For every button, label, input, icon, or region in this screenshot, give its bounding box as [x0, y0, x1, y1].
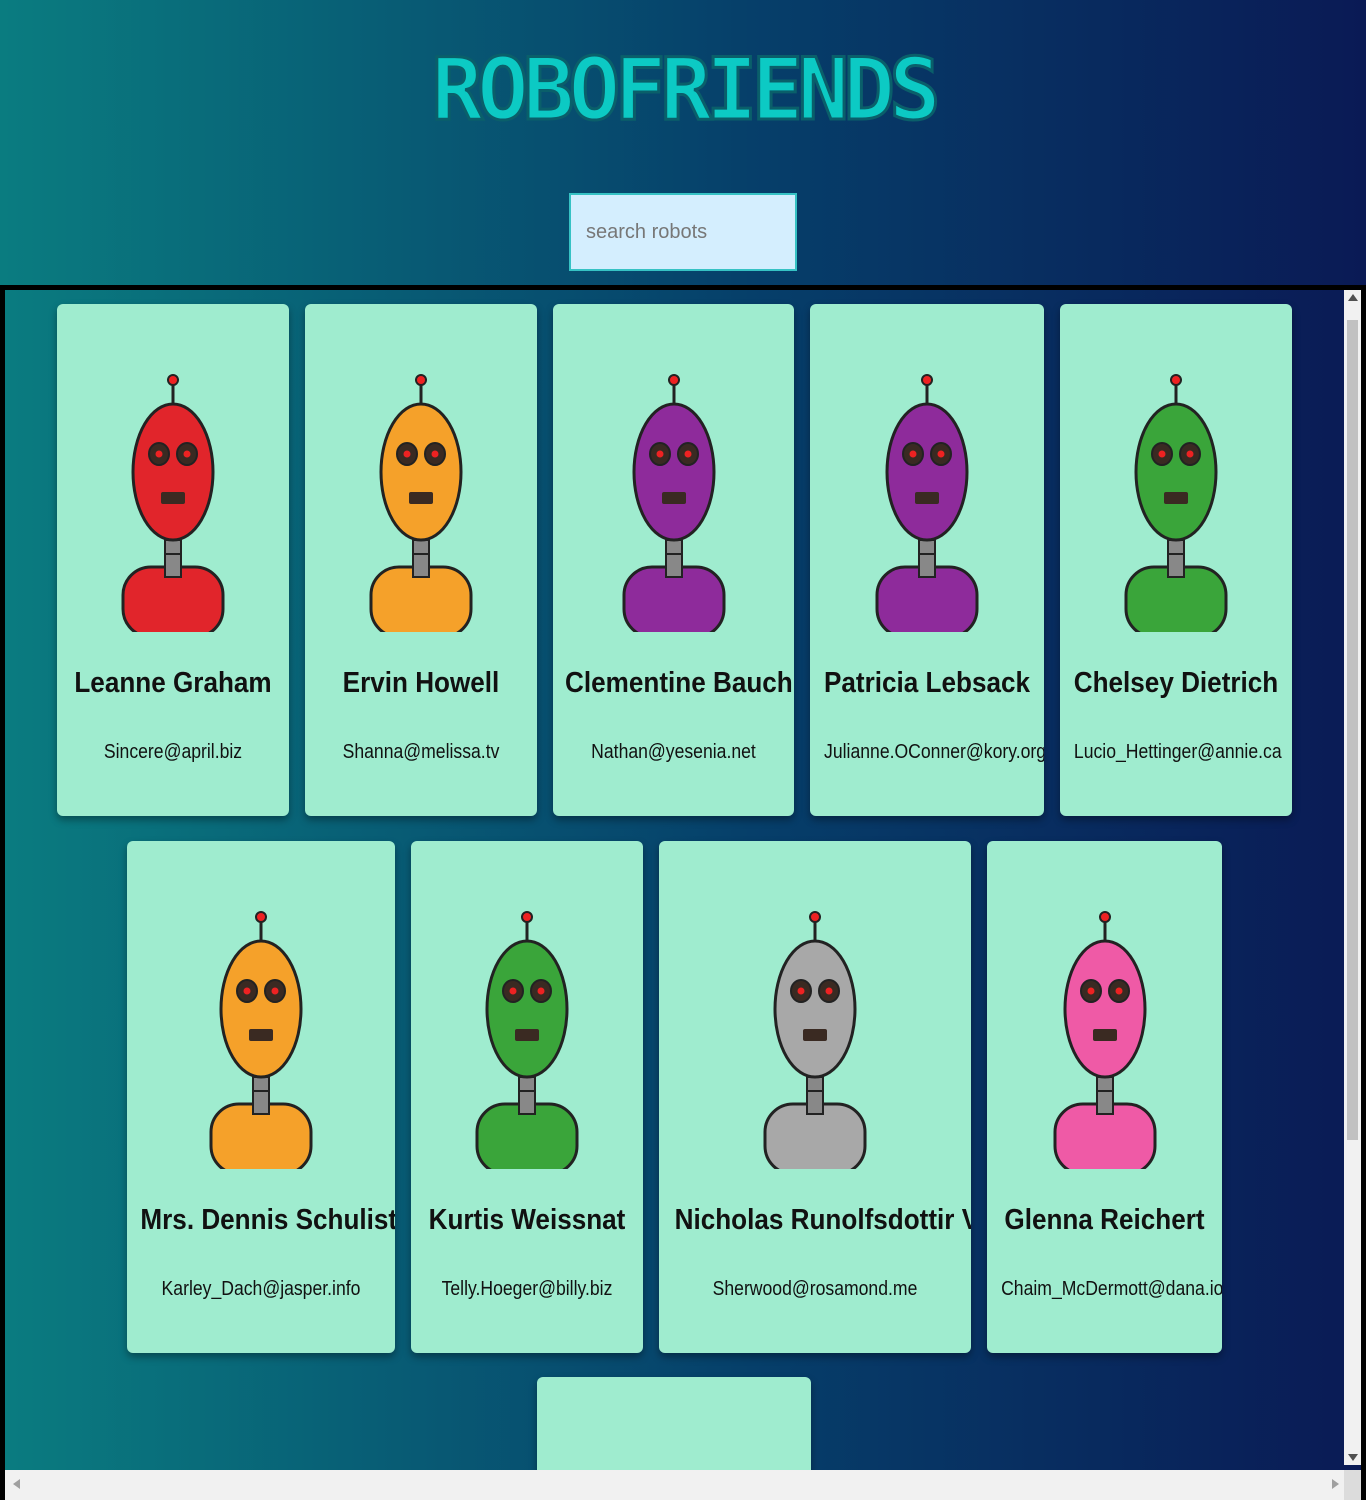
scroll-down-icon[interactable] [1348, 1454, 1358, 1461]
robot-card[interactable]: Kurtis Weissnat Telly.Hoeger@billy.biz [411, 841, 643, 1353]
robot-email: Chaim_McDermott@dana.io [1001, 1278, 1222, 1300]
robot-name: Kurtis Weissnat [428, 1204, 626, 1236]
robot-image [875, 374, 979, 632]
robot-name: Mrs. Dennis Schulist [140, 1204, 395, 1236]
robot-image [369, 374, 473, 632]
robot-email: Sincere@april.biz [103, 741, 243, 763]
robot-name: Clementine Bauch [565, 667, 793, 699]
robot-name: Leanne Graham [74, 667, 272, 699]
scroll-left-icon[interactable] [13, 1479, 20, 1489]
scroll-thumb[interactable] [1347, 320, 1358, 1140]
robot-card[interactable]: Glenna Reichert Chaim_McDermott@dana.io [987, 841, 1222, 1353]
robot-card[interactable]: Leanne Graham Sincere@april.biz [57, 304, 289, 816]
robot-email: Sherwood@rosamond.me [712, 1278, 918, 1300]
robot-image [1124, 374, 1228, 632]
robot-card[interactable]: Mrs. Dennis Schulist Karley_Dach@jasper.i… [127, 841, 395, 1353]
robot-email: Julianne.OConner@kory.org [824, 741, 1044, 763]
robot-name: Chelsey Dietrich [1073, 667, 1279, 699]
robot-image [475, 911, 579, 1169]
robot-image [1053, 911, 1156, 1169]
robot-name: Nicholas Runolfsdottir V [674, 1204, 971, 1236]
horizontal-scrollbar[interactable] [5, 1470, 1361, 1500]
card-list[interactable]: Leanne Graham Sincere@april.biz Ervin How… [0, 285, 1366, 1500]
robot-card[interactable]: Ervin Howell Shanna@melissa.tv [305, 304, 537, 816]
scroll-right-icon[interactable] [1332, 1479, 1339, 1489]
robot-image [622, 374, 725, 632]
vertical-scrollbar[interactable] [1344, 290, 1361, 1465]
robot-card[interactable]: Patricia Lebsack Julianne.OConner@kory.or… [810, 304, 1044, 816]
robot-name: Ervin Howell [342, 667, 500, 699]
robot-email: Shanna@melissa.tv [342, 741, 500, 763]
robot-image [763, 911, 867, 1169]
scrollbar-corner [1344, 1470, 1361, 1500]
robot-card[interactable]: Nicholas Runolfsdottir V Sherwood@rosamon… [659, 841, 971, 1353]
search-input[interactable] [569, 193, 797, 271]
app-title: ROBOFRIENDS [430, 39, 943, 142]
robot-email: Nathan@yesenia.net [591, 741, 756, 763]
scroll-up-icon[interactable] [1348, 294, 1358, 301]
robot-card[interactable]: Clementine Bauch Nathan@yesenia.net [553, 304, 794, 816]
robot-image [209, 911, 313, 1169]
robot-email: Karley_Dach@jasper.info [161, 1278, 361, 1300]
robot-name: Patricia Lebsack [823, 667, 1031, 699]
robot-email: Lucio_Hettinger@annie.ca [1073, 741, 1282, 763]
robot-email: Telly.Hoeger@billy.biz [441, 1278, 613, 1300]
robot-card[interactable]: Chelsey Dietrich Lucio_Hettinger@annie.ca [1060, 304, 1292, 816]
robot-image [121, 374, 225, 632]
robot-name: Glenna Reichert [1004, 1204, 1205, 1236]
header: ROBOFRIENDS [0, 0, 1366, 285]
